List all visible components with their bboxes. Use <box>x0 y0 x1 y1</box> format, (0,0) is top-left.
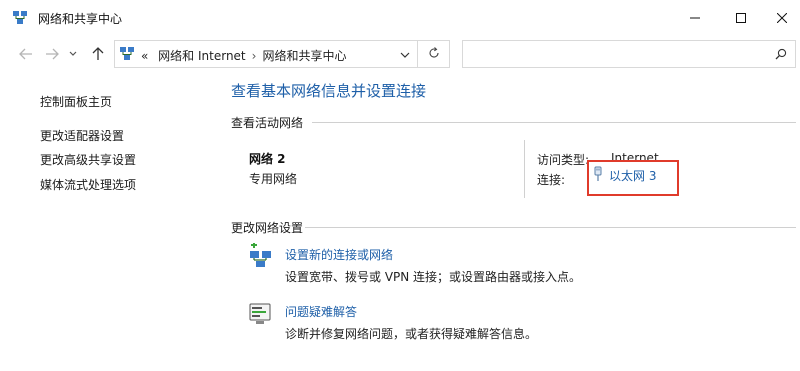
network-type: 专用网络 <box>249 172 298 186</box>
troubleshoot-desc: 诊断并修复网络问题，或者获得疑难解答信息。 <box>285 327 538 341</box>
search-icon <box>775 48 787 63</box>
breadcrumb-overflow[interactable]: « <box>141 49 148 63</box>
breadcrumb: « 网络和 Internet › 网络和共享中心 <box>141 47 346 64</box>
highlight-annotation-box <box>587 160 679 196</box>
forward-button[interactable] <box>42 44 62 64</box>
address-bar[interactable]: « 网络和 Internet › 网络和共享中心 <box>114 40 418 68</box>
troubleshoot-icon <box>248 301 274 327</box>
maximize-button[interactable] <box>718 0 764 36</box>
sidebar-item-media-streaming[interactable]: 媒体流式处理选项 <box>40 176 136 193</box>
section-divider <box>312 122 796 123</box>
close-button[interactable] <box>764 0 800 36</box>
recent-locations-dropdown[interactable] <box>66 44 80 64</box>
breadcrumb-item-network-sharing-center[interactable]: 网络和共享中心 <box>262 49 346 63</box>
section-divider <box>305 227 796 228</box>
network-name: 网络 2 <box>249 152 286 166</box>
troubleshoot-link[interactable]: 问题疑难解答 <box>285 303 357 320</box>
search-input[interactable] <box>462 40 796 68</box>
breadcrumb-item-network-internet[interactable]: 网络和 Internet <box>158 49 245 63</box>
page-title: 查看基本网络信息并设置连接 <box>231 82 427 100</box>
sidebar-item-change-advanced-sharing[interactable]: 更改高级共享设置 <box>40 151 136 168</box>
vertical-divider <box>524 140 525 198</box>
title-bar: 网络和共享中心 <box>0 0 800 36</box>
back-button[interactable] <box>16 44 36 64</box>
refresh-icon <box>428 46 440 62</box>
connection-label: 连接: <box>537 173 566 187</box>
active-networks-heading: 查看活动网络 <box>231 116 304 130</box>
new-connection-icon <box>248 242 274 269</box>
chevron-down-icon[interactable] <box>399 49 411 59</box>
sidebar-item-control-panel-home[interactable]: 控制面板主页 <box>40 93 112 110</box>
refresh-button[interactable] <box>418 40 450 68</box>
navigation-bar: « 网络和 Internet › 网络和共享中心 <box>0 36 800 72</box>
access-type-label: 访问类型: <box>537 153 590 167</box>
change-settings-heading: 更改网络设置 <box>231 221 304 235</box>
setup-new-connection-link[interactable]: 设置新的连接或网络 <box>285 246 393 263</box>
breadcrumb-separator[interactable]: › <box>252 49 257 63</box>
sidebar-item-change-adapter-settings[interactable]: 更改适配器设置 <box>40 127 124 144</box>
minimize-button[interactable] <box>672 0 718 36</box>
setup-new-connection-desc: 设置宽带、拨号或 VPN 连接；或设置路由器或接入点。 <box>285 270 582 284</box>
network-center-icon <box>12 10 28 26</box>
window-title: 网络和共享中心 <box>38 12 123 26</box>
network-center-icon <box>119 46 135 62</box>
up-button[interactable] <box>88 44 108 64</box>
